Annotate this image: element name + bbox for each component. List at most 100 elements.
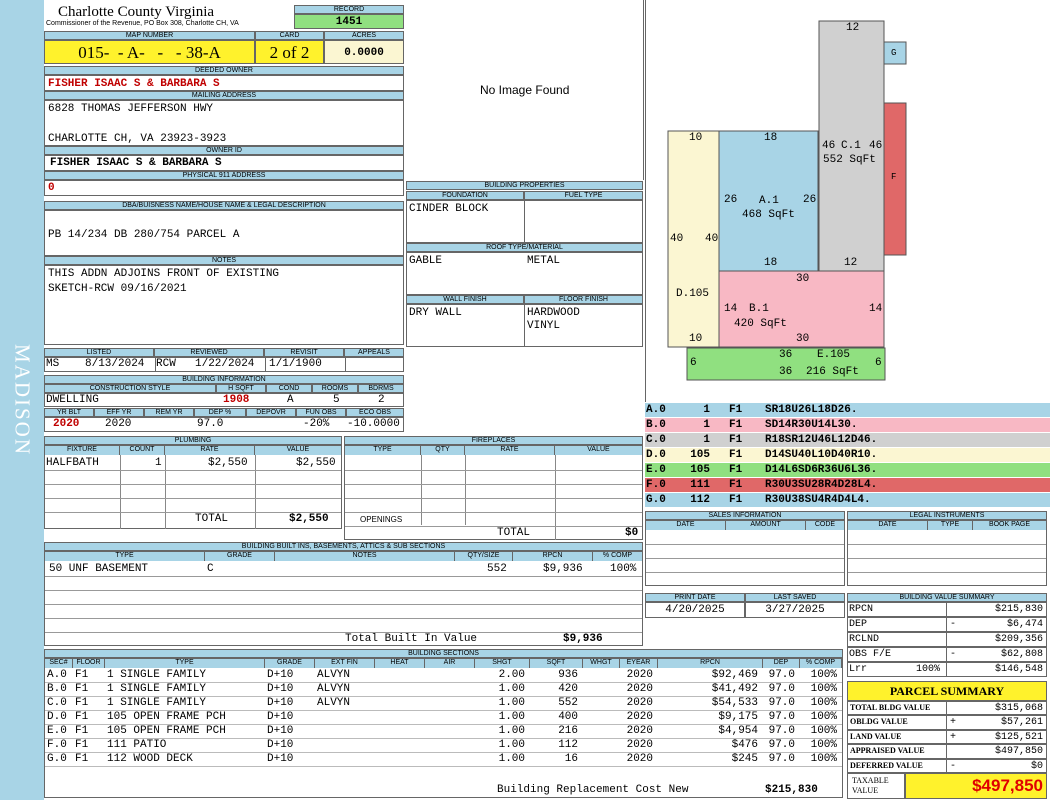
plumbing-rate: $2,550 [208,457,248,469]
section-row: C.0 F1 1 SINGLE FAMILY D+10 ALVYN 1.00 552 2020… [45,697,842,711]
legend-path: R18SR12U46L12D46. [765,434,878,446]
section-row: F.0 F1 111 PATIO D+10 1.00 112 2020 $476 97.0 100… [45,739,842,753]
wall-finish-label: WALL FINISH [406,295,524,304]
builtins-col-type: TYPE [45,552,205,561]
section-cell: F1 [75,725,89,737]
yrblt-value: 2020 [53,418,80,430]
cond-label: COND [266,384,312,393]
section-cell: A.0 [47,669,67,681]
section-cell: D+10 [267,669,294,681]
section-cell: 100% [810,669,837,681]
section-cell: 936 [558,669,578,681]
section-cell: $92,469 [711,669,758,681]
section-cell: ALVYN [317,683,351,695]
dim-label: 36 [779,349,793,361]
section-cell: 100% [810,753,837,765]
building-properties-label: BUILDING PROPERTIES [406,181,643,190]
section-cell: 1.00 [498,739,525,751]
value-summary-row: Lrr 100% $146,548 [847,662,1047,677]
section-cell: 2020 [626,711,653,723]
parcel-summary-row: DEFERRED VALUE - $0 [847,758,1047,773]
ps-key: APPRAISED VALUE [850,746,925,756]
dim-label: 26 [803,194,817,206]
section-cell: D+10 [267,725,294,737]
bdrms-value: 2 [378,394,385,406]
legend-path: SR18U26L18D26. [765,404,858,416]
sketch-label-g: G [891,48,897,58]
builtins-col-qty: QTY/SIZE [455,552,513,561]
value-summary-row: RCLND $209,356 [847,632,1047,647]
legal-col-type: TYPE [928,521,973,530]
parcel-summary-row: LAND VALUE + $125,521 [847,729,1047,745]
section-cell: 97.0 [768,669,795,681]
roof-type-value: GABLE [409,255,443,267]
no-image-text: No Image Found [480,83,570,97]
builtins-col-grade: GRADE [205,552,275,561]
section-cell: D+10 [267,753,294,765]
vs-key: RCLND [849,634,880,645]
remyr-label: REM YR [144,408,194,417]
sections-col-header: TYPE [105,659,265,668]
builtins-col-comp: % COMP [593,552,642,561]
ps-key: LAND VALUE [850,731,902,741]
section-cell: 2020 [626,725,653,737]
builtin-comp: 100% [610,563,637,575]
fireplaces-label: FIREPLACES [344,436,643,445]
section-cell: 105 OPEN FRAME PCH [107,711,226,723]
section-cell: 112 [558,739,578,751]
value-summary-row: OBS F/E - $62,808 [847,647,1047,662]
fireplace-total-label: TOTAL [497,527,531,539]
sketch-area-b: 420 SqFt [734,318,787,330]
card-label: CARD [255,31,324,40]
appeals-label: APPEALS [344,348,404,357]
section-cell: 97.0 [768,753,795,765]
section-cell: F1 [75,711,89,723]
ps-key: TOTAL BLDG VALUE [850,703,931,712]
section-cell: D+10 [267,739,294,751]
mailing-line-2: CHARLOTTE CH, VA 23923-3923 [48,133,227,145]
notes-line-2: SKETCH-RCW 09/16/2021 [48,283,187,295]
vs-sign: - [950,649,957,660]
owner-id-value: FISHER ISAAC S & BARBARA S [44,155,404,171]
section-cell: D+10 [267,711,294,723]
legend-sec: B.0 [646,419,666,431]
sections-col-header: SHGT [475,659,530,668]
section-cell: $476 [731,739,758,751]
plumbing-table: FIXTURE COUNT RATE VALUE HALFBATH 1 $2,5… [44,445,342,529]
legend-path: D14L6SD6R36U6L36. [765,464,878,476]
section-cell: 1.00 [498,753,525,765]
divider [946,745,947,758]
section-cell: 97.0 [768,683,795,695]
dim-label: 26 [724,194,738,206]
sketch-legend-row: C.0 1 F1 R18SR12U46L12D46. [645,433,1050,448]
section-cell: ALVYN [317,697,351,709]
last-saved-value: 3/27/2025 [745,602,845,618]
section-cell: ALVYN [317,669,351,681]
construction-style-label: CONSTRUCTION STYLE [44,384,216,393]
deeded-owner-value: FISHER ISAAC S & BARBARA S [44,75,404,91]
section-cell: 100% [810,697,837,709]
last-saved-label: LAST SAVED [745,593,845,602]
dim-label: 14 [724,303,738,315]
building-info-label: BUILDING INFORMATION [44,375,404,384]
listed-label: LISTED [44,348,154,357]
plumbing-count: 1 [155,457,162,469]
ps-value: $0 [1030,760,1043,772]
section-cell: 2.00 [498,669,525,681]
county-title: Charlotte County Virginia [58,4,215,20]
hsqft-label: H SQFT [216,384,266,393]
reviewed-by: RCW [156,358,176,370]
dates-row: MS 8/13/2024 RCW 1/22/2024 1/1/1900 [44,357,404,372]
effyr-label: EFF YR [94,408,144,417]
section-cell: 97.0 [768,725,795,737]
fireplace-openings-label: OPENINGS [360,515,403,524]
legend-sec: F.0 [646,479,666,491]
legend-code: 105 [690,464,710,476]
sections-col-header: SQFT [530,659,583,668]
sketch-label-d: D.105 [676,288,710,300]
sections-col-header: AIR [425,659,475,668]
vs-value: $209,356 [994,634,1043,645]
dim-label: 10 [689,333,703,345]
section-cell: $9,175 [718,711,758,723]
ps-value: $57,261 [1000,717,1043,729]
